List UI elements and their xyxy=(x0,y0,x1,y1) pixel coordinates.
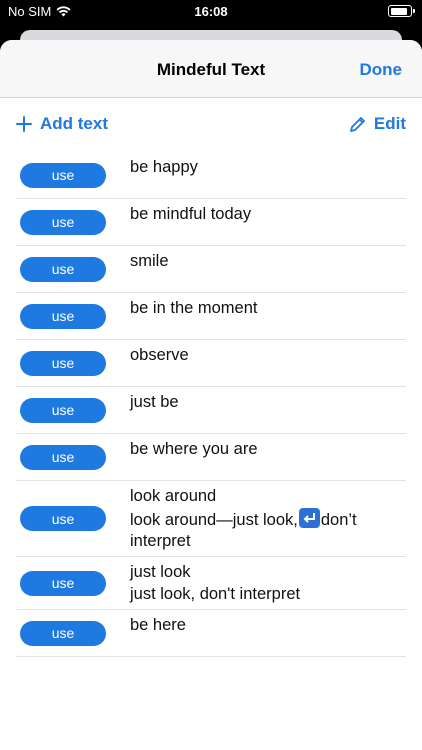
use-button[interactable]: use xyxy=(20,506,106,531)
use-button[interactable]: use xyxy=(20,303,106,329)
modal-sheet: Mindeful Text Done Add text Edit use be … xyxy=(0,40,422,750)
list-item: use be here xyxy=(16,610,406,657)
item-text: smile xyxy=(130,252,169,270)
item-text: be where you are xyxy=(130,440,258,458)
list-item: use observe xyxy=(16,340,406,387)
pencil-icon xyxy=(349,116,366,133)
use-button[interactable]: use xyxy=(20,397,106,423)
battery-icon xyxy=(388,5,415,17)
item-text: look around look around—just look, don’t … xyxy=(130,481,357,561)
edit-button[interactable]: Edit xyxy=(349,114,406,134)
toolbar: Add text Edit xyxy=(0,98,422,152)
navigation-bar: Mindeful Text Done xyxy=(0,40,422,98)
use-button[interactable]: use xyxy=(20,209,106,235)
use-button[interactable]: use xyxy=(20,620,106,646)
list-item: use be mindful today xyxy=(16,199,406,246)
item-text: just be xyxy=(130,393,179,411)
return-arrow-emoji-icon xyxy=(298,507,320,528)
plus-icon xyxy=(16,116,32,132)
use-button[interactable]: use xyxy=(20,256,106,282)
item-text: be here xyxy=(130,616,186,634)
item-text: observe xyxy=(130,346,189,364)
use-button[interactable]: use xyxy=(20,570,106,596)
use-button[interactable]: use xyxy=(20,444,106,470)
use-button[interactable]: use xyxy=(20,162,106,188)
list-item: use look around look around—just look, do… xyxy=(16,481,406,557)
item-text-line: don’t xyxy=(320,510,357,529)
item-text-line: look around—just look, xyxy=(130,510,298,529)
list-item: use be where you are xyxy=(16,434,406,481)
done-button[interactable]: Done xyxy=(360,60,403,80)
list-item: use just be xyxy=(16,387,406,434)
item-text: be in the moment xyxy=(130,299,258,317)
item-text-line: interpret xyxy=(130,532,191,550)
item-text: just look just look, don't interpret xyxy=(130,563,301,603)
status-bar: No SIM 16:08 xyxy=(0,0,422,24)
text-list: use be happy use be mindful today use sm… xyxy=(0,152,422,657)
item-text-line: look around xyxy=(130,487,217,505)
status-time: 16:08 xyxy=(194,4,228,19)
use-button[interactable]: use xyxy=(20,350,106,376)
item-text: be mindful today xyxy=(130,205,252,223)
add-text-button[interactable]: Add text xyxy=(16,114,108,134)
add-text-label: Add text xyxy=(40,114,108,133)
edit-label: Edit xyxy=(373,114,406,133)
list-item: use be in the moment xyxy=(16,293,406,340)
list-item: use smile xyxy=(16,246,406,293)
item-text: be happy xyxy=(130,158,198,176)
list-item: use be happy xyxy=(16,152,406,199)
list-item: use just look just look, don't interpret xyxy=(16,557,406,610)
battery-level xyxy=(390,7,407,15)
